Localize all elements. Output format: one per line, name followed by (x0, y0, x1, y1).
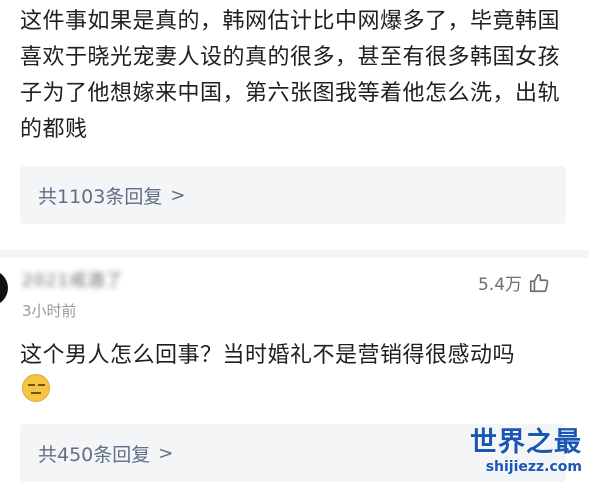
watermark-url: shijiezz.com (485, 459, 582, 475)
section-divider (0, 250, 589, 258)
view-replies-button[interactable]: 共1103条回复 > (20, 166, 566, 224)
comment-text: 这个男人怎么回事？当时婚礼不是营销得很感动吗 (20, 343, 516, 368)
awkward-face-emoji-icon (22, 374, 50, 402)
chevron-right-icon: > (158, 442, 174, 464)
reply-count-label: 共450条回复 (38, 443, 151, 466)
like-count: 5.4万 (478, 275, 523, 295)
thumbs-up-icon (529, 273, 549, 292)
avatar[interactable] (0, 270, 8, 306)
like-button[interactable]: 5.4万 (478, 270, 550, 295)
reply-count-label: 共1103条回复 (38, 185, 163, 208)
watermark: 世界之最 shijiezz.com (462, 428, 582, 476)
watermark-title: 世界之最 (470, 427, 582, 458)
comment-timestamp: 3小时前 (22, 302, 77, 320)
username[interactable]: 2021戒酒了 (22, 266, 123, 291)
chevron-right-icon: > (170, 184, 186, 206)
comment-text: 这件事如果是真的，韩网估计比中网爆多了，毕竟韩国喜欢于晓光宠妻人设的真的很多，甚… (20, 9, 561, 142)
